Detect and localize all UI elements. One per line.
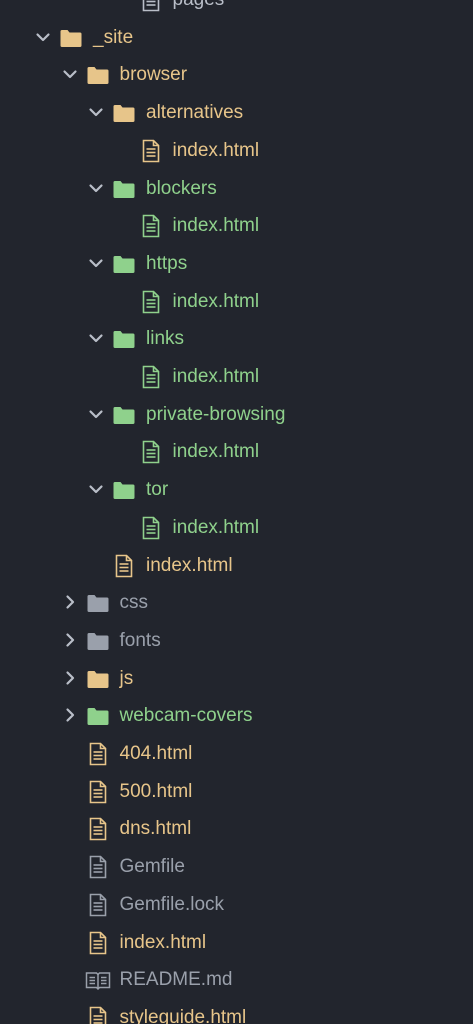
file-text-icon <box>85 930 111 956</box>
file-text-icon <box>138 213 164 239</box>
tree-file-index-html[interactable]: index.html <box>0 509 473 546</box>
chevron-down-icon[interactable] <box>61 65 79 83</box>
tree-item-label: index.html <box>172 215 260 237</box>
file-text-icon <box>85 854 111 880</box>
tree-folder-tor[interactable]: tor <box>0 471 473 508</box>
folder-icon <box>85 590 111 616</box>
tree-folder-https[interactable]: https <box>0 245 473 282</box>
file-text-icon <box>85 741 111 767</box>
chevron-right-icon[interactable] <box>61 593 79 611</box>
folder-icon <box>111 251 137 277</box>
file-tree-panel: pages _sitebrowser alternatives index.html b… <box>0 0 473 1024</box>
chevron-down-icon[interactable] <box>87 405 105 423</box>
tree-file-index-html[interactable]: index.html <box>0 207 473 244</box>
file-text-icon <box>138 289 164 315</box>
folder-icon <box>111 176 137 202</box>
tree-item-label: index.html <box>146 554 233 576</box>
tree-folder-js[interactable]: js <box>0 660 473 697</box>
tree-file-gemfile[interactable]: Gemfile <box>0 848 473 885</box>
tree-item-label: Gemfile <box>119 856 185 878</box>
file-text-icon <box>85 779 111 805</box>
tree-item-label: dns.html <box>119 818 192 840</box>
tree-file-500-html[interactable]: 500.html <box>0 773 473 810</box>
chevron-down-icon[interactable] <box>34 28 52 46</box>
tree-file-pages[interactable]: pages <box>0 0 473 18</box>
tree-folder-alternatives[interactable]: alternatives <box>0 94 473 131</box>
tree-item-label: index.html <box>172 290 260 312</box>
file-text-icon <box>85 816 111 842</box>
tree-item-label: https <box>146 252 188 274</box>
tree-item-label: index.html <box>172 516 260 538</box>
tree-item-label: 404.html <box>119 743 193 764</box>
chevron-down-icon[interactable] <box>87 103 105 121</box>
chevron-down-icon[interactable] <box>87 179 105 197</box>
folder-icon <box>85 628 111 654</box>
tree-item-label: alternatives <box>146 102 244 124</box>
tree-item-label: webcam-covers <box>119 705 253 727</box>
chevron-right-icon[interactable] <box>61 669 79 687</box>
file-text-icon <box>111 553 137 579</box>
folder-icon <box>85 703 111 729</box>
tree-file-index-html[interactable]: index.html <box>0 358 473 395</box>
file-text-icon <box>85 892 111 918</box>
tree-item-label: 500.html <box>119 780 193 802</box>
chevron-down-icon[interactable] <box>87 480 105 498</box>
file-text-icon <box>85 1005 111 1024</box>
tree-folder-private-browsing[interactable]: private-browsing <box>0 396 473 433</box>
file-text-icon <box>138 515 164 541</box>
tree-folder-site[interactable]: _site <box>0 19 473 56</box>
tree-item-label: Gemfile.lock <box>119 893 225 915</box>
tree-item-label: css <box>119 592 149 614</box>
chevron-right-icon[interactable] <box>61 631 79 649</box>
tree-item-label: index.html <box>172 139 260 161</box>
tree-item-label: blockers <box>146 177 217 199</box>
file-text-icon <box>138 364 164 390</box>
tree-item-label: index.html <box>172 441 260 463</box>
file-text-icon <box>138 138 164 164</box>
tree-file-gemfile-lock[interactable]: Gemfile.lock <box>0 886 473 923</box>
tree-folder-fonts[interactable]: fonts <box>0 622 473 659</box>
tree-item-label: index.html <box>119 931 207 953</box>
tree-file-404-html[interactable]: 404.html <box>0 735 473 772</box>
tree-file-index-html[interactable]: index.html <box>0 547 473 584</box>
chevron-down-icon[interactable] <box>87 329 105 347</box>
tree-item-label: private-browsing <box>146 403 286 425</box>
tree-item-label: index.html <box>172 366 260 387</box>
book-icon <box>85 967 111 993</box>
folder-icon <box>58 25 84 51</box>
folder-icon <box>85 62 111 88</box>
tree-item-label: browser <box>119 64 188 86</box>
folder-icon <box>111 326 137 352</box>
tree-item-label: _site <box>93 26 134 48</box>
folder-icon <box>111 477 137 503</box>
tree-folder-blockers[interactable]: blockers <box>0 170 473 207</box>
tree-file-index-html[interactable]: index.html <box>0 433 473 470</box>
tree-item-label: README.md <box>119 969 233 991</box>
tree-item-label: styleguide.html <box>119 1006 247 1024</box>
tree-item-label: fonts <box>119 629 161 651</box>
file-text-icon <box>138 0 164 13</box>
chevron-right-icon[interactable] <box>61 706 79 724</box>
tree-item-label: tor <box>146 479 169 501</box>
tree-folder-css[interactable]: css <box>0 584 473 621</box>
tree-file-index-html[interactable]: index.html <box>0 283 473 320</box>
chevron-down-icon[interactable] <box>87 254 105 272</box>
tree-folder-webcam-covers[interactable]: webcam-covers <box>0 697 473 734</box>
tree-file-readme-md[interactable]: README.md <box>0 961 473 998</box>
tree-item-label: js <box>119 667 134 689</box>
tree-item-label: links <box>146 328 185 350</box>
tree-file-styleguide-html[interactable]: styleguide.html <box>0 999 473 1024</box>
tree-file-dns-html[interactable]: dns.html <box>0 810 473 847</box>
tree-folder-browser[interactable]: browser <box>0 56 473 93</box>
folder-icon <box>111 402 137 428</box>
folder-icon <box>111 100 137 126</box>
tree-file-index-html[interactable]: index.html <box>0 132 473 169</box>
tree-item-label: pages <box>173 0 225 11</box>
file-text-icon <box>138 439 164 465</box>
tree-folder-links[interactable]: links <box>0 320 473 357</box>
folder-icon <box>85 666 111 692</box>
tree-file-index-html[interactable]: index.html <box>0 924 473 961</box>
